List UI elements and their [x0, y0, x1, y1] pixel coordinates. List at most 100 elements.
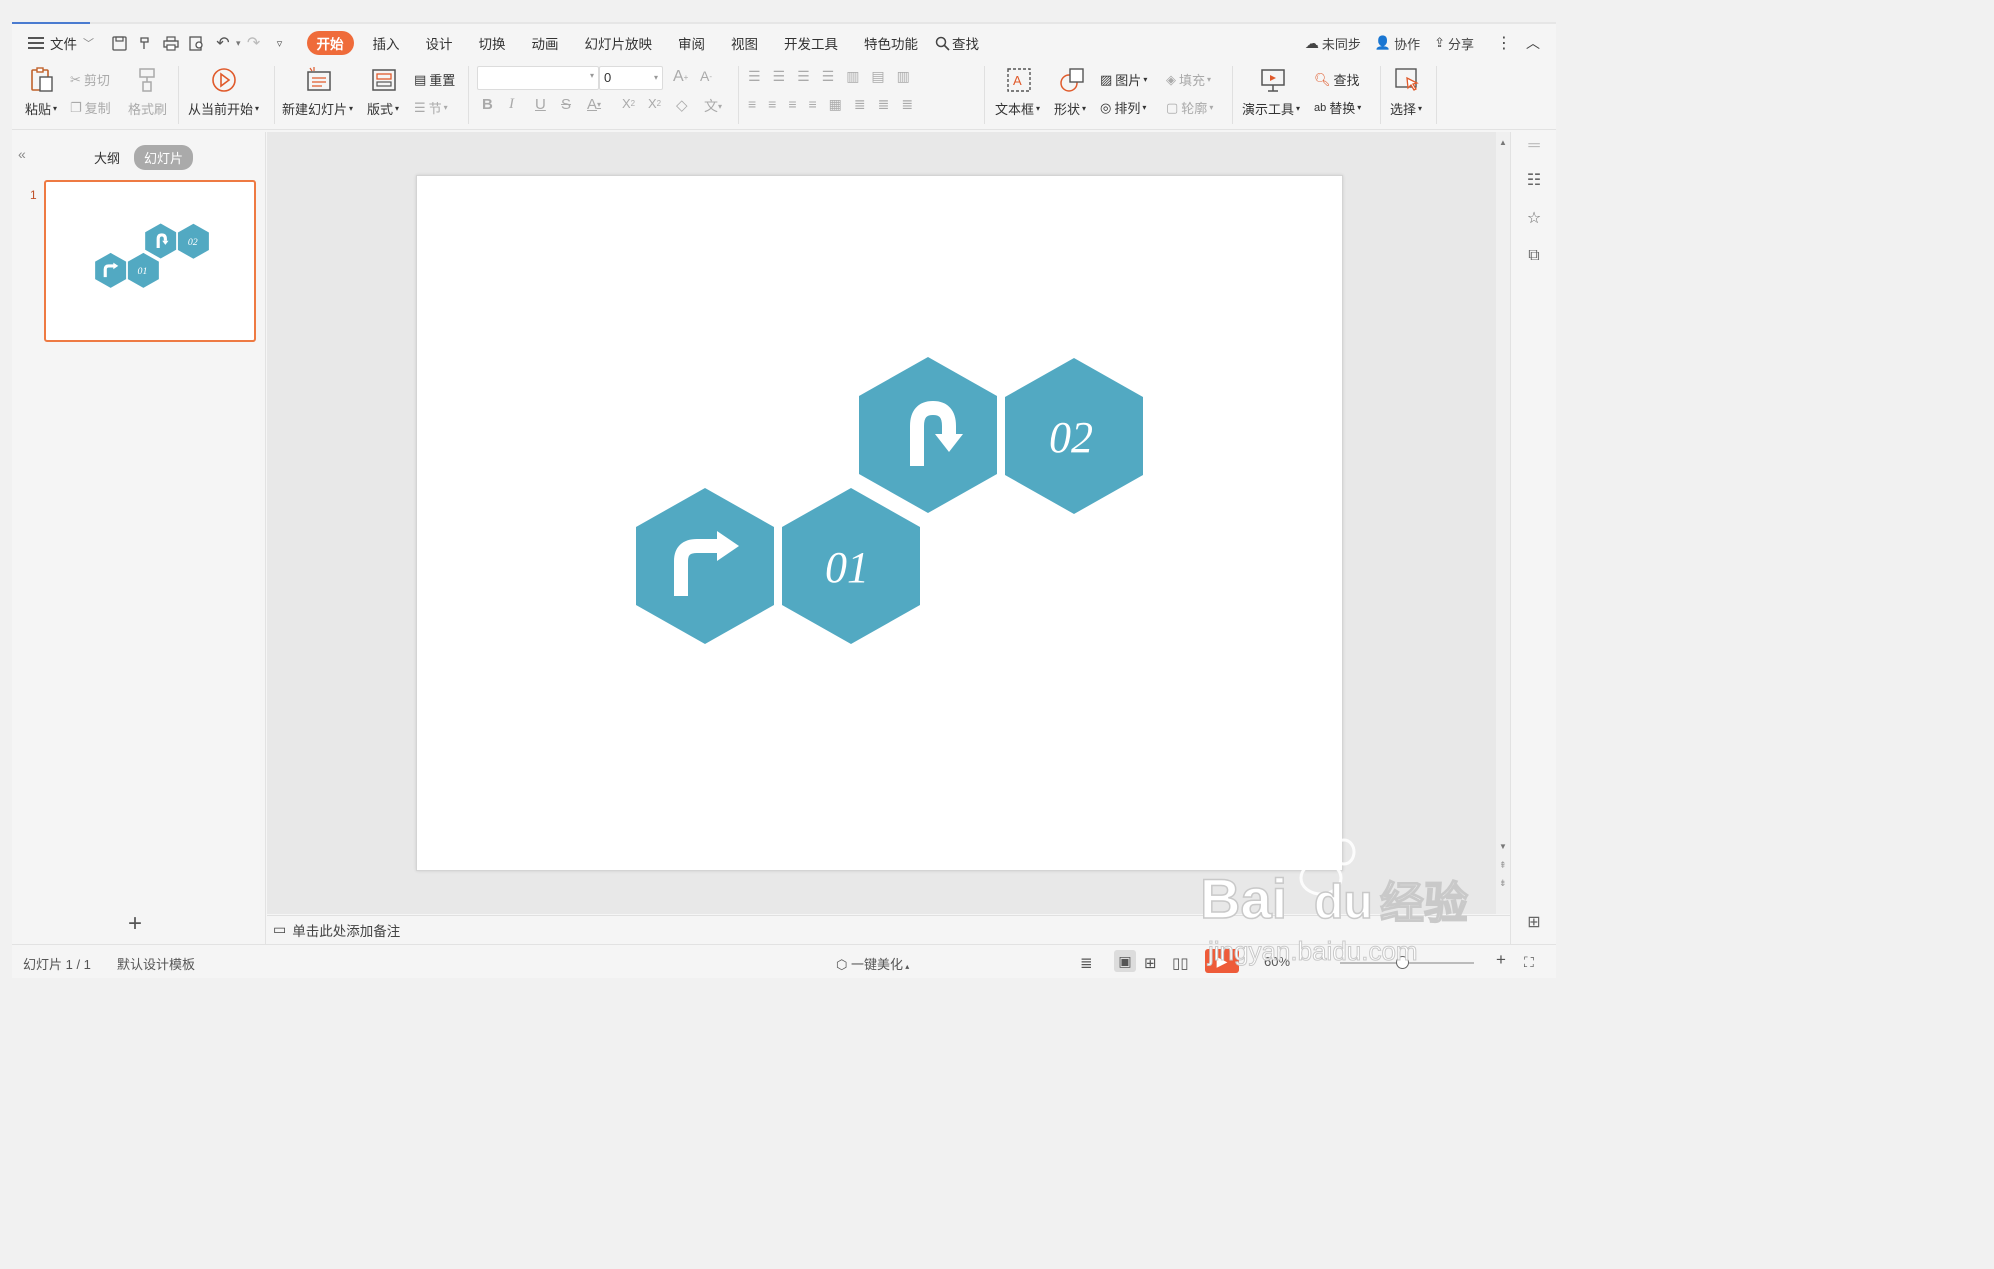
replace-button[interactable]: ab 替换 ▾ [1314, 98, 1361, 117]
reset-button[interactable]: ▤ 重置 [414, 70, 455, 89]
paste-button[interactable]: 粘贴 ▾ [25, 99, 57, 118]
font-size-select[interactable]: 0 ▾ [599, 66, 663, 90]
tab-animation[interactable]: 动画 [519, 33, 572, 53]
zoom-in-icon[interactable]: + [1496, 950, 1506, 970]
customize-toolbar-icon[interactable]: ▿ [272, 35, 288, 51]
tab-view[interactable]: 视图 [718, 33, 771, 53]
next-slide-icon[interactable]: ⇟ [1499, 878, 1507, 889]
slide-canvas[interactable]: 01 02 [416, 175, 1343, 871]
tab-home[interactable]: 开始 [306, 31, 354, 55]
picture-button[interactable]: ▨ 图片 ▾ [1100, 70, 1147, 89]
layout-button[interactable]: 版式 ▾ [367, 99, 399, 118]
fill-button[interactable]: ◈ 填充 ▾ [1166, 70, 1211, 89]
play-icon[interactable] [210, 66, 238, 94]
scroll-down-icon[interactable]: ▼ [1499, 842, 1507, 851]
find-button[interactable]: 🔍︎ 查找 [1314, 70, 1360, 89]
decrease-font-icon[interactable]: A- [700, 68, 712, 84]
tab-transition[interactable]: 切换 [466, 33, 519, 53]
superscript-icon[interactable]: X2 [622, 96, 635, 111]
presentation-tools-button[interactable]: 演示工具 ▾ [1242, 99, 1300, 118]
select-button[interactable]: 选择 ▾ [1390, 99, 1422, 118]
align-controls[interactable]: ≡≡≡≡▦≣≣≣ [748, 96, 925, 113]
print-icon[interactable] [163, 35, 179, 51]
select-icon[interactable] [1393, 66, 1421, 94]
new-slide-icon[interactable] [305, 66, 333, 94]
tab-outline[interactable]: 大纲 [94, 148, 120, 167]
add-slide-icon[interactable]: + [128, 910, 142, 938]
grid-view-icon[interactable]: ⊞ [1524, 912, 1544, 932]
vertical-scrollbar[interactable]: ▲ ▼ ⇞ ⇟ [1496, 132, 1510, 914]
font-color-icon[interactable]: A ▾ [587, 96, 601, 113]
tab-review[interactable]: 审阅 [665, 33, 718, 53]
shape-button[interactable]: 形状 ▾ [1054, 99, 1086, 118]
from-current-button[interactable]: 从当前开始 ▾ [188, 99, 259, 118]
menu-search[interactable]: 查找 [935, 31, 979, 55]
slide-sorter-icon[interactable]: ⊞ [1144, 954, 1157, 972]
animation-icon[interactable]: ☆ [1524, 208, 1544, 228]
collab-button[interactable]: 👤 协作 [1375, 31, 1420, 55]
transition-icon[interactable]: ⧉ [1524, 246, 1544, 266]
prev-slide-icon[interactable]: ⇞ [1499, 860, 1507, 871]
new-slide-button[interactable]: 新建幻灯片 ▾ [282, 99, 353, 118]
collapse-panel-icon[interactable]: « [18, 146, 26, 162]
sync-button[interactable]: ☁ 未同步 [1305, 31, 1361, 55]
notes-toggle-icon[interactable]: ≣ [1080, 954, 1093, 972]
shape-icon[interactable] [1058, 66, 1086, 94]
properties-icon[interactable]: ☷ [1524, 170, 1544, 190]
tab-slideshow[interactable]: 幻灯片放映 [572, 33, 666, 53]
svg-text:A: A [1013, 73, 1022, 88]
new-slide-label: 新建幻灯片 [282, 102, 348, 117]
slideshow-play-icon[interactable]: ▶ [1205, 949, 1239, 973]
tab-slides[interactable]: 幻灯片 [134, 145, 194, 170]
zoom-out-icon[interactable]: − [1314, 951, 1323, 969]
scroll-up-icon[interactable]: ▲ [1499, 138, 1507, 147]
template-name[interactable]: 默认设计模板 [117, 954, 195, 973]
print-preview-icon[interactable] [189, 35, 205, 51]
subscript-icon[interactable]: X2 [648, 96, 661, 111]
save-icon[interactable] [111, 35, 127, 51]
zoom-slider-thumb[interactable] [1396, 956, 1409, 969]
more-options-icon[interactable]: ⋮ [1496, 33, 1512, 53]
beautify-button[interactable]: ⬡ 一键美化 ▴ [836, 954, 909, 973]
font-family-select[interactable]: ▾ [477, 66, 599, 90]
textbox-button[interactable]: 文本框 ▾ [995, 99, 1040, 118]
undo-dropdown-icon[interactable]: ▾ [236, 38, 241, 49]
clear-format-icon[interactable]: ◇ [676, 96, 688, 114]
format-painter-button[interactable]: 格式刷 [128, 99, 167, 118]
fit-window-icon[interactable]: ⛶ [1524, 954, 1534, 971]
tab-special[interactable]: 特色功能 [851, 33, 931, 53]
collapse-ribbon-icon[interactable]: ︿ [1526, 33, 1540, 53]
redo-icon[interactable]: ↷ [246, 35, 262, 52]
cut-button[interactable]: ✂ 剪切 [70, 70, 110, 89]
svg-text:02: 02 [188, 237, 198, 248]
textbox-icon[interactable]: A [1005, 66, 1033, 94]
copy-button[interactable]: ❐ 复制 [70, 98, 111, 117]
increase-font-icon[interactable]: A + [673, 68, 688, 86]
format-painter-quick-icon[interactable] [137, 35, 153, 51]
tab-insert[interactable]: 插入 [360, 33, 413, 53]
underline-icon[interactable]: U [535, 96, 546, 113]
arrange-button[interactable]: ◎ 排列 ▾ [1100, 98, 1146, 117]
paste-icon[interactable] [28, 66, 56, 94]
bold-icon[interactable]: B [482, 96, 493, 113]
normal-view-icon[interactable]: ▣ [1114, 950, 1136, 972]
zoom-level[interactable]: 60% [1264, 954, 1290, 969]
reading-view-icon[interactable]: ▯▯ [1172, 954, 1189, 972]
presentation-tools-icon[interactable] [1259, 66, 1287, 94]
share-button[interactable]: ⇪ 分享 [1434, 31, 1474, 55]
phonetic-icon[interactable]: 文 ▾ [704, 96, 722, 116]
file-menu[interactable]: 文件 ﹀ [12, 31, 94, 55]
tab-developer[interactable]: 开发工具 [771, 33, 851, 53]
notes-area[interactable]: ▭ 单击此处添加备注 [267, 915, 1517, 943]
undo-icon[interactable]: ↶ [215, 35, 231, 52]
section-button[interactable]: ☰ 节 ▾ [414, 98, 448, 117]
tab-design[interactable]: 设计 [413, 33, 466, 53]
outline-button[interactable]: ▢ 轮廓 ▾ [1166, 98, 1213, 117]
italic-icon[interactable]: I [509, 96, 514, 113]
format-painter-icon[interactable] [134, 66, 162, 94]
list-controls[interactable]: ☰☰☰☰▥▤▥ [748, 68, 922, 85]
section-icon: ☰ [414, 99, 426, 115]
strikethrough-icon[interactable]: S [561, 96, 571, 113]
slide-thumbnail[interactable]: 01 02 [44, 180, 256, 342]
layout-icon[interactable] [370, 66, 398, 94]
